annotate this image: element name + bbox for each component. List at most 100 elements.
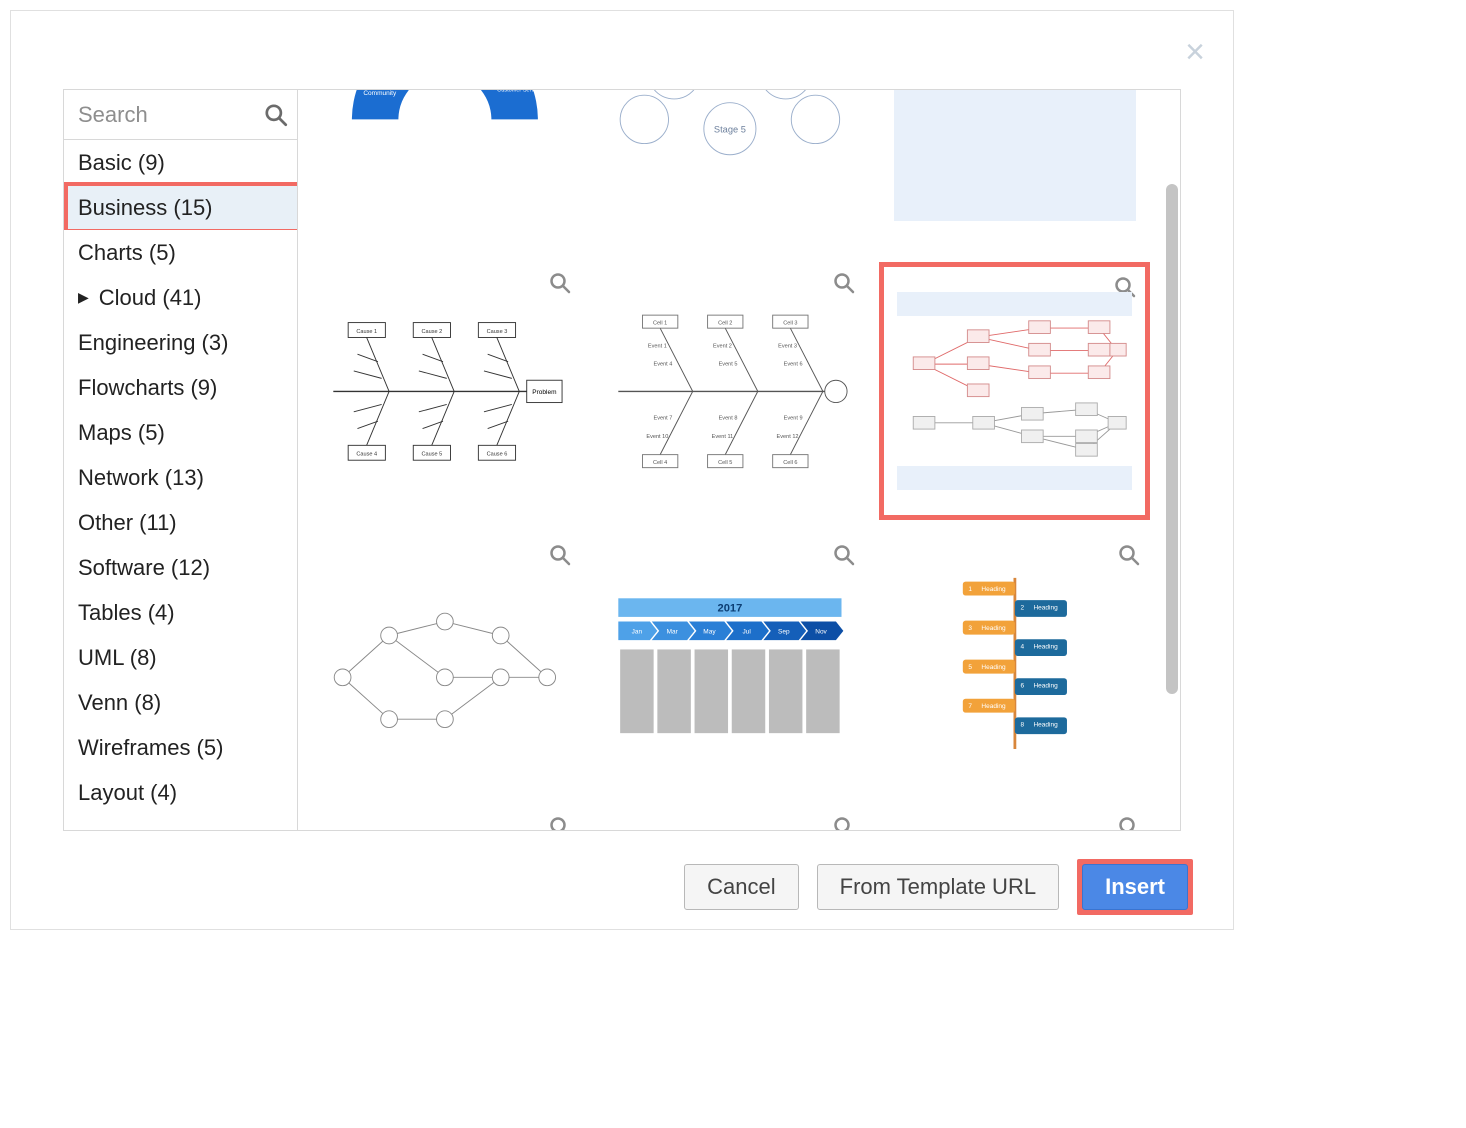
category-layout[interactable]: Layout (4) [64, 770, 297, 815]
category-label: Wireframes (5) [78, 735, 223, 761]
svg-text:Cell 6: Cell 6 [783, 460, 797, 466]
scrollbar-track[interactable] [1166, 94, 1178, 826]
svg-text:6: 6 [1020, 682, 1024, 689]
category-label: Network (13) [78, 465, 204, 491]
category-label: Venn (8) [78, 690, 161, 716]
category-network[interactable]: Network (13) [64, 455, 297, 500]
svg-text:Jan: Jan [632, 628, 643, 635]
category-label: Business (15) [78, 195, 213, 221]
svg-text:1: 1 [968, 585, 972, 592]
template-grid: Community Technology Certificates Infras… [310, 90, 1150, 830]
category-label: Other (11) [78, 510, 177, 536]
template-thumbnail: Problem [324, 289, 566, 494]
category-other[interactable]: Other (11) [64, 500, 297, 545]
svg-text:Problem: Problem [533, 389, 557, 396]
svg-text:Event 3: Event 3 [778, 343, 797, 349]
category-label: Basic (9) [78, 150, 165, 176]
template-fishbone-cause-effect-1[interactable]: Problem [310, 262, 581, 520]
svg-text:Heading: Heading [981, 703, 1006, 710]
gallery: Community Technology Certificates Infras… [298, 90, 1180, 830]
insert-button[interactable]: Insert [1082, 864, 1188, 910]
gallery-scroll[interactable]: Community Technology Certificates Infras… [298, 90, 1162, 830]
template-10-partial[interactable] [310, 806, 581, 830]
template-stage-cycle-diagram[interactable]: Stage 6 Stage 4 Stage 5 [595, 90, 866, 248]
svg-text:Cause 1: Cause 1 [357, 328, 378, 334]
svg-text:Cell 4: Cell 4 [653, 460, 667, 466]
search-row [64, 90, 297, 140]
svg-text:8: 8 [1020, 721, 1024, 728]
template-12-partial[interactable] [879, 806, 1150, 830]
svg-text:Nov: Nov [815, 628, 827, 635]
template-circular-org-chart[interactable]: Community Technology Certificates Infras… [310, 90, 581, 248]
svg-text:Heading: Heading [981, 585, 1006, 592]
category-label: Tables (4) [78, 600, 175, 626]
svg-text:3: 3 [968, 625, 972, 632]
magnify-icon[interactable] [832, 815, 856, 830]
category-uml[interactable]: UML (8) [64, 635, 297, 680]
category-label: UML (8) [78, 645, 157, 671]
svg-text:Cell 5: Cell 5 [718, 460, 732, 466]
category-list[interactable]: Basic (9) Business (15) Charts (5) ▶ Clo… [64, 140, 297, 830]
svg-text:Event 12: Event 12 [777, 433, 799, 439]
svg-text:5: 5 [968, 664, 972, 671]
category-wireframes[interactable]: Wireframes (5) [64, 725, 297, 770]
svg-text:Customer Service: Customer Service [498, 90, 542, 93]
magnify-icon[interactable] [1117, 815, 1141, 830]
scrollbar-thumb[interactable] [1166, 184, 1178, 694]
svg-text:Event 4: Event 4 [654, 361, 673, 367]
svg-text:Jul: Jul [743, 628, 752, 635]
template-thumbnail: 1 Heading 2 Heading 3 Heading 4 Heading 5 Hea… [894, 561, 1136, 766]
svg-text:Event 7: Event 7 [654, 415, 673, 421]
svg-text:Cell 2: Cell 2 [718, 320, 732, 326]
svg-text:2017: 2017 [718, 602, 743, 614]
svg-text:Event 1: Event 1 [648, 343, 667, 349]
category-charts[interactable]: Charts (5) [64, 230, 297, 275]
svg-text:Stage 5: Stage 5 [714, 124, 746, 134]
cancel-button[interactable]: Cancel [684, 864, 798, 910]
template-heading-list-vertical[interactable]: 1 Heading 2 Heading 3 Heading 4 Heading 5 Hea… [879, 534, 1150, 792]
search-icon[interactable] [263, 102, 289, 128]
template-timeline-2017[interactable]: 2017 [595, 534, 866, 792]
category-cloud[interactable]: ▶ Cloud (41) [64, 275, 297, 320]
category-tables[interactable]: Tables (4) [64, 590, 297, 635]
template-thumbnail: Stage 6 Stage 4 Stage 5 [609, 90, 851, 221]
template-blue-form[interactable] [879, 90, 1150, 248]
template-red-network-map[interactable] [879, 262, 1150, 520]
svg-text:Heading: Heading [1033, 604, 1058, 611]
svg-text:Event 5: Event 5 [719, 361, 738, 367]
template-fishbone-events[interactable]: Cell 1Cell 2Cell 3 Cell 4Cell 5Cell 6 Ev… [595, 262, 866, 520]
svg-text:Event 11: Event 11 [712, 433, 734, 439]
category-label: Maps (5) [78, 420, 165, 446]
svg-text:Cell 3: Cell 3 [783, 320, 797, 326]
svg-text:Event 2: Event 2 [713, 343, 732, 349]
category-venn[interactable]: Venn (8) [64, 680, 297, 725]
chevron-right-icon: ▶ [78, 289, 89, 306]
template-thumbnail: Community Technology Certificates Infras… [324, 90, 566, 221]
close-icon[interactable]: × [1185, 35, 1205, 69]
template-thumbnail: 2017 [609, 561, 851, 766]
category-basic[interactable]: Basic (9) [64, 140, 297, 185]
svg-text:Cause 5: Cause 5 [422, 451, 443, 457]
svg-text:2: 2 [1020, 604, 1024, 611]
template-picker-dialog: × Basic (9) Business (15) Charts (5) [10, 10, 1234, 930]
svg-text:Heading: Heading [1033, 643, 1058, 650]
category-label: Flowcharts (9) [78, 375, 217, 401]
category-engineering[interactable]: Engineering (3) [64, 320, 297, 365]
category-maps[interactable]: Maps (5) [64, 410, 297, 455]
svg-text:Cause 3: Cause 3 [487, 328, 508, 334]
svg-text:Heading: Heading [1033, 682, 1058, 689]
svg-text:Cause 6: Cause 6 [487, 451, 508, 457]
template-pert-chart[interactable] [310, 534, 581, 792]
svg-text:Community: Community [364, 90, 398, 97]
category-software[interactable]: Software (12) [64, 545, 297, 590]
svg-text:4: 4 [1020, 643, 1024, 650]
magnify-icon[interactable] [548, 815, 572, 830]
from-template-url-button[interactable]: From Template URL [817, 864, 1059, 910]
category-business[interactable]: Business (15) [64, 185, 297, 230]
category-flowcharts[interactable]: Flowcharts (9) [64, 365, 297, 410]
highlight-rect: Insert [1077, 859, 1193, 915]
template-thumbnail: Cell 1Cell 2Cell 3 Cell 4Cell 5Cell 6 Ev… [609, 289, 851, 494]
category-label: Layout (4) [78, 780, 177, 806]
template-thumbnail [324, 561, 566, 766]
template-11-partial[interactable]: Heading [595, 806, 866, 830]
